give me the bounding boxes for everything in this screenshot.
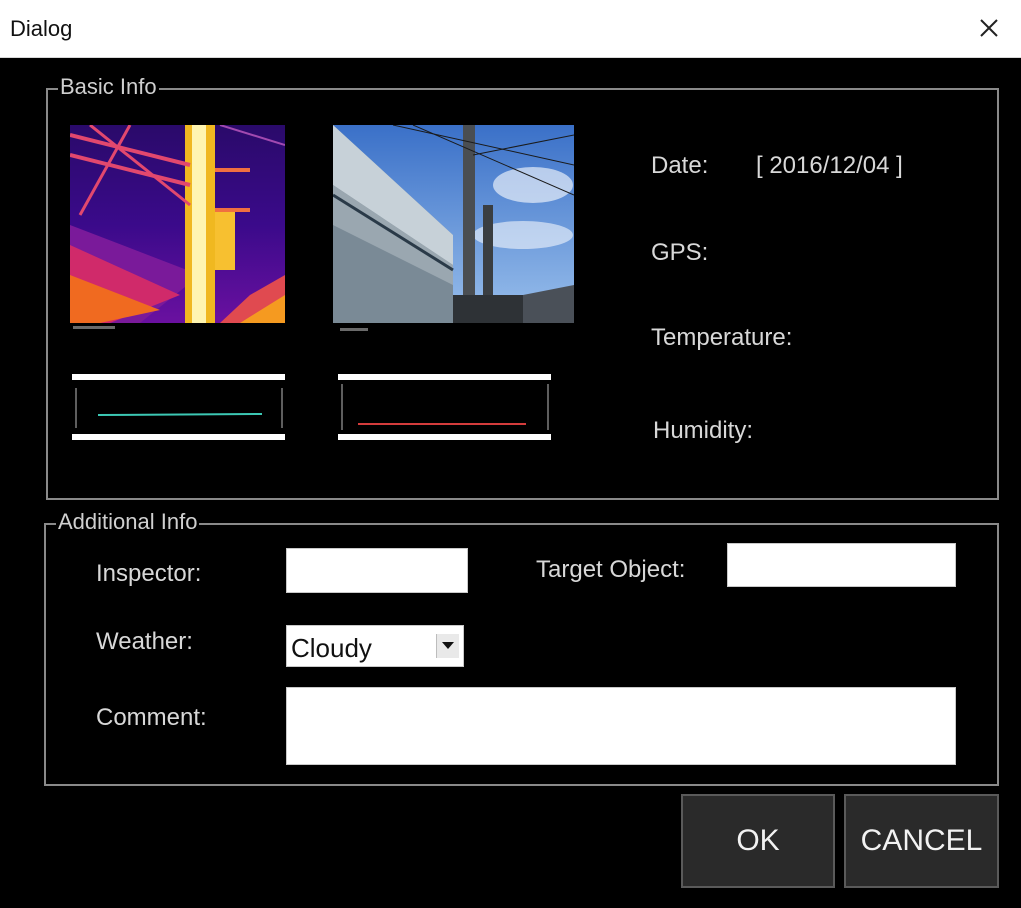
comment-label: Comment: [96,704,207,731]
thermal-trace-strip [72,374,285,442]
chevron-down-icon [442,642,454,649]
title-bar: Dialog [0,0,1021,58]
date-label: Date: [651,152,709,179]
weather-label: Weather: [96,628,193,655]
additional-info-legend: Additional Info [56,509,200,535]
gps-label: GPS: [651,239,709,266]
target-object-field[interactable] [727,543,956,587]
ok-button[interactable]: OK [681,794,835,888]
cancel-button[interactable]: CANCEL [844,794,999,888]
date-value: [ 2016/12/04 ] [756,152,903,179]
thermal-trace-line [97,413,263,416]
humidity-label: Humidity: [653,417,754,444]
close-icon [980,19,998,37]
temperature-label: Temperature: [651,324,793,351]
thermal-image [70,125,285,323]
thermal-caption-mark [73,326,115,329]
visible-trace-strip [338,374,551,442]
visible-caption-mark [340,328,368,331]
dialog-body: Basic Info Date: [2016/12/04] GPS: Tem… [0,58,1021,908]
basic-info-legend: Basic Info [58,74,159,100]
visible-image [333,125,574,323]
weather-select[interactable]: Cloudy [286,625,464,667]
close-button[interactable] [971,10,1007,46]
inspector-label: Inspector: [96,560,202,587]
weather-selected: Cloudy [291,633,372,663]
inspector-field[interactable] [286,548,468,593]
dropdown-arrow[interactable] [436,634,459,658]
comment-field[interactable] [286,687,956,765]
window-title: Dialog [10,16,73,41]
target-object-label: Target Object: [536,556,686,583]
